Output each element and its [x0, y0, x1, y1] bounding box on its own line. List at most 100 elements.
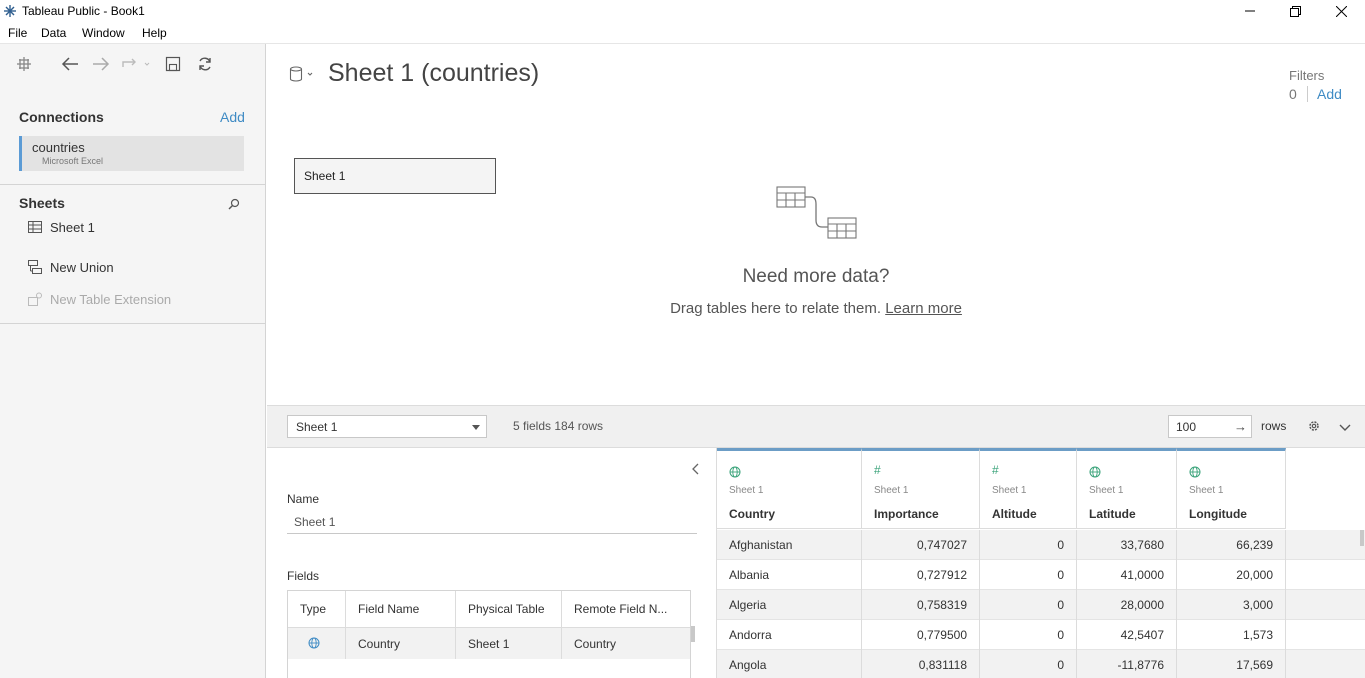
column-source: Sheet 1 [874, 485, 909, 496]
redo-icon[interactable] [89, 54, 113, 74]
table-cell: 66,239 [1177, 530, 1286, 560]
connection-name: countries [32, 140, 85, 155]
fields-label: Fields [287, 569, 320, 583]
filters-count: 0 [1289, 86, 1297, 102]
table-select[interactable]: Sheet 1 [287, 415, 487, 438]
table-cell: 33,7680 [1077, 530, 1177, 560]
table-cell: 42,5407 [1077, 620, 1177, 650]
column-source: Sheet 1 [729, 485, 764, 496]
add-connection-link[interactable]: Add [220, 109, 245, 125]
learn-more-link[interactable]: Learn more [885, 300, 962, 317]
new-table-extension-item[interactable]: New Table Extension [27, 290, 171, 308]
logical-table-label: Sheet 1 [304, 169, 346, 183]
table-cell: Algeria [717, 590, 862, 620]
search-icon[interactable] [228, 197, 240, 215]
sheets-header: Sheets [19, 195, 65, 211]
table-name-field[interactable]: Sheet 1 [287, 512, 697, 534]
column-source: Sheet 1 [992, 485, 1027, 496]
column-header-altitude[interactable]: # Sheet 1 Altitude [980, 448, 1077, 529]
table-cell: 1,573 [1177, 620, 1286, 650]
refresh-icon[interactable] [193, 54, 217, 74]
column-header[interactable]: Physical Table [456, 591, 562, 627]
datasource-icon[interactable] [289, 66, 315, 87]
filters-label: Filters [1289, 68, 1325, 83]
column-source: Sheet 1 [1089, 485, 1124, 496]
metadata-panel: Name Sheet 1 Fields Type Field Name Phys… [267, 448, 717, 678]
connection-item[interactable]: countries Microsoft Excel [19, 136, 244, 171]
add-filter-link[interactable]: Add [1317, 86, 1342, 102]
tableau-home-icon[interactable] [12, 54, 36, 74]
save-icon[interactable] [161, 54, 185, 74]
connection-type: Microsoft Excel [42, 156, 104, 166]
name-label: Name [287, 492, 320, 506]
table-cell: 0 [980, 560, 1077, 590]
table-select-value: Sheet 1 [296, 420, 338, 434]
new-union-item[interactable]: New Union [27, 258, 114, 276]
table-icon [27, 219, 43, 235]
datasource-title[interactable]: Sheet 1 (countries) [328, 59, 539, 88]
connections-header: Connections [19, 109, 104, 125]
table-cell: 0,727912 [862, 560, 980, 590]
restore-button[interactable] [1272, 0, 1318, 22]
column-name: Latitude [1089, 507, 1136, 521]
sheet-item-label: Sheet 1 [50, 219, 95, 235]
table-cell: 0,831118 [862, 650, 980, 678]
table-cell: Andorra [717, 620, 862, 650]
data-grid-toolbar: Sheet 1 5 fields 184 rows 100 → rows [267, 405, 1365, 448]
minimize-button[interactable] [1227, 0, 1273, 22]
column-name: Country [729, 507, 775, 521]
table-cell: Afghanistan [717, 530, 862, 560]
title-bar: Tableau Public - Book1 [0, 0, 1365, 22]
table-row: Afghanistan 0,747027 0 33,7680 66,239 [717, 530, 1365, 560]
globe-icon[interactable] [729, 465, 741, 483]
scrollbar[interactable] [1360, 530, 1364, 546]
column-header-country[interactable]: Sheet 1 Country [717, 448, 862, 529]
tableau-logo-icon [3, 4, 17, 18]
relate-tables-icon [775, 184, 859, 247]
table-cell: 0,779500 [862, 620, 980, 650]
column-header[interactable]: Type [288, 591, 346, 627]
table-row: Algeria 0,758319 0 28,0000 3,000 [717, 590, 1365, 620]
arrow-right-icon[interactable]: → [1234, 419, 1247, 434]
column-header[interactable]: Remote Field N... [562, 591, 690, 627]
new-union-label: New Union [50, 259, 114, 275]
menu-bar: File Data Window Help [0, 22, 1365, 44]
globe-icon[interactable] [1089, 465, 1101, 483]
logical-table-box[interactable]: Sheet 1 [294, 158, 496, 194]
field-name-cell[interactable]: Country [346, 627, 456, 659]
hash-icon[interactable]: # [874, 463, 881, 477]
hash-icon[interactable]: # [992, 463, 999, 477]
menu-data[interactable]: Data [41, 26, 66, 40]
gear-icon[interactable] [1307, 419, 1321, 438]
field-type-cell[interactable] [288, 627, 346, 659]
column-name: Altitude [992, 507, 1037, 521]
join-canvas[interactable]: Sheet 1 (countries) Filters 0 Add Sheet … [267, 44, 1365, 405]
column-name: Importance [874, 507, 939, 521]
replay-icon[interactable] [120, 54, 156, 74]
menu-window[interactable]: Window [82, 26, 125, 40]
scrollbar[interactable] [691, 626, 695, 642]
chevron-left-icon[interactable] [692, 462, 700, 480]
menu-help[interactable]: Help [142, 26, 167, 40]
need-more-data-heading: Need more data? [742, 266, 890, 287]
menu-file[interactable]: File [8, 26, 27, 40]
table-cell: 0 [980, 530, 1077, 560]
column-header-latitude[interactable]: Sheet 1 Latitude [1077, 448, 1177, 529]
chevron-down-icon[interactable] [1339, 420, 1351, 438]
column-header-longitude[interactable]: Sheet 1 Longitude [1177, 448, 1286, 529]
undo-icon[interactable] [58, 54, 82, 74]
sheet-item[interactable]: Sheet 1 [27, 218, 95, 236]
table-cell: -11,8776 [1077, 650, 1177, 678]
table-extension-icon [27, 291, 43, 307]
physical-table-cell: Sheet 1 [456, 627, 562, 659]
fields-table: Type Field Name Physical Table Remote Fi… [287, 590, 691, 678]
rows-limit-input[interactable]: 100 → [1168, 415, 1252, 438]
table-cell: 0 [980, 620, 1077, 650]
column-header[interactable]: Field Name [346, 591, 456, 627]
data-grid: Sheet 1 Country # Sheet 1 Importance # S… [717, 448, 1365, 678]
globe-icon[interactable] [1189, 465, 1201, 483]
column-header-importance[interactable]: # Sheet 1 Importance [862, 448, 980, 529]
window-title: Tableau Public - Book1 [22, 4, 145, 18]
close-button[interactable] [1318, 0, 1364, 22]
chevron-down-icon [472, 425, 480, 430]
